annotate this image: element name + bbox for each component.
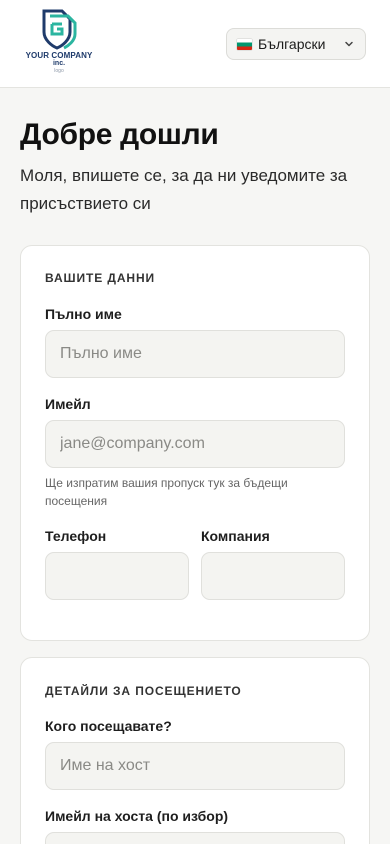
top-header: YOUR COMPANY inc. logo Български xyxy=(0,0,390,88)
company-label: Компания xyxy=(201,528,270,544)
host-email-label: Имейл на хоста (по избор) xyxy=(45,808,229,824)
page-title: Добре дошли xyxy=(20,118,219,151)
company-input[interactable] xyxy=(201,552,345,600)
host-label: Кого посещавате? xyxy=(45,718,172,734)
visit-details-section-title: ДЕТАЙЛИ ЗА ПОСЕЩЕНИЕТО xyxy=(45,684,242,698)
logo-text-inc: inc. xyxy=(52,60,66,67)
visit-details-card: ДЕТАЙЛИ ЗА ПОСЕЩЕНИЕТО Кого посещавате? … xyxy=(20,657,370,844)
your-details-section-title: ВАШИТЕ ДАННИ xyxy=(45,271,156,285)
phone-label: Телефон xyxy=(45,528,107,544)
full-name-label: Пълно име xyxy=(45,306,122,322)
your-details-card: ВАШИТЕ ДАННИ Пълно име Имейл Ще изпратим… xyxy=(20,245,370,641)
email-label: Имейл xyxy=(45,396,91,412)
language-selector[interactable]: Български xyxy=(226,28,366,60)
full-name-input[interactable] xyxy=(45,330,345,378)
company-logo: YOUR COMPANY inc. logo xyxy=(24,8,94,78)
language-label: Български xyxy=(258,36,326,52)
chevron-down-icon xyxy=(345,41,353,47)
shield-logo-icon xyxy=(42,9,77,50)
logo-text-logo: logo xyxy=(54,68,64,74)
bulgaria-flag-icon xyxy=(237,38,252,50)
email-input[interactable] xyxy=(45,420,345,468)
phone-input[interactable] xyxy=(45,552,189,600)
logo-text-company: YOUR COMPANY xyxy=(25,51,93,60)
page-subtitle: Моля, впишете се, за да ни уведомите за … xyxy=(20,166,348,213)
email-help-text: Ще изпратим вашия пропуск тук за бъдещи … xyxy=(45,476,288,508)
host-email-input[interactable] xyxy=(45,832,345,844)
host-name-input[interactable] xyxy=(45,742,345,790)
